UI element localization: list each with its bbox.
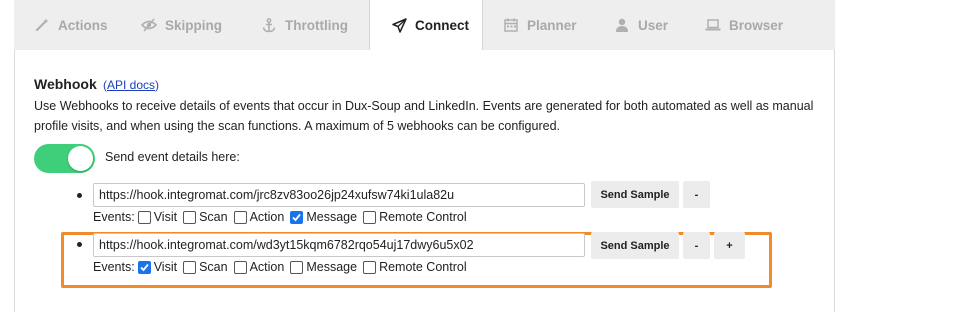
tab-connect[interactable]: Connect [369, 0, 483, 51]
tab-throttling[interactable]: Throttling [261, 0, 348, 50]
event-visit[interactable]: Visit [137, 210, 178, 224]
checkbox[interactable] [233, 260, 247, 274]
eye-slash-icon [141, 17, 157, 33]
events-label: Events: [93, 260, 135, 274]
paper-plane-icon [391, 18, 407, 34]
calendar-icon [503, 17, 519, 33]
event-label: Visit [153, 210, 178, 224]
event-label: Message [306, 210, 358, 224]
toggle-knob [68, 146, 93, 171]
check-icon [140, 263, 149, 271]
event-scan[interactable]: Scan [183, 210, 228, 224]
api-docs-link[interactable]: API docs [107, 78, 155, 92]
bullet [77, 193, 82, 198]
event-label: Remote Control [379, 260, 467, 274]
tab-user[interactable]: User [614, 0, 668, 50]
event-label: Scan [199, 260, 228, 274]
anchor-icon [261, 17, 277, 33]
event-scan[interactable]: Scan [183, 260, 228, 274]
event-action[interactable]: Action [233, 260, 285, 274]
event-message[interactable]: Message [290, 260, 357, 274]
tab-label: Planner [527, 17, 577, 33]
laptop-icon [705, 17, 721, 33]
tab-label: Connect [415, 18, 469, 33]
tab-label: Actions [58, 17, 108, 33]
api-docs-wrapper: (API docs) [103, 78, 159, 92]
tab-label: Skipping [165, 17, 222, 33]
event-label: Action [249, 260, 285, 274]
tab-label: Throttling [285, 17, 348, 33]
add-webhook-button[interactable]: + [714, 232, 745, 259]
remove-webhook-button[interactable]: - [683, 181, 710, 208]
checkbox-checked[interactable] [137, 260, 151, 274]
send-sample-button[interactable]: Send Sample [591, 232, 679, 259]
webhook-url-input[interactable] [93, 183, 585, 207]
event-label: Remote Control [379, 210, 467, 224]
event-action[interactable]: Action [233, 210, 285, 224]
tab-label: User [638, 17, 669, 33]
tab-skipping[interactable]: Skipping [141, 0, 222, 50]
tab-actions[interactable]: Actions [34, 0, 108, 50]
remove-webhook-button[interactable]: - [683, 232, 710, 259]
event-checkboxes: Events: Visit Scan Action Message Remote… [93, 260, 473, 274]
webhook-title: Webhook [34, 76, 97, 92]
tab-label: Browser [729, 17, 784, 33]
event-label: Scan [199, 210, 228, 224]
checkbox[interactable] [290, 260, 304, 274]
webhook-url-input[interactable] [93, 233, 585, 257]
checkbox[interactable] [183, 260, 197, 274]
checkbox[interactable] [183, 210, 197, 224]
api-paren-close: ) [155, 78, 160, 92]
checkbox[interactable] [137, 210, 151, 224]
events-label: Events: [93, 210, 135, 224]
checkbox[interactable] [363, 210, 377, 224]
send-events-toggle[interactable] [34, 144, 95, 173]
tab-planner[interactable]: Planner [503, 0, 577, 50]
send-sample-button[interactable]: Send Sample [591, 181, 679, 208]
event-checkboxes: Events: Visit Scan Action Message Remote… [93, 210, 473, 224]
event-label: Action [249, 210, 285, 224]
event-remote-control[interactable]: Remote Control [363, 210, 467, 224]
checkbox[interactable] [233, 210, 247, 224]
checkbox-checked[interactable] [290, 210, 304, 224]
check-icon [292, 213, 302, 221]
wand-icon [34, 17, 50, 33]
webhook-description: Use Webhooks to receive details of event… [34, 99, 814, 133]
event-remote-control[interactable]: Remote Control [363, 260, 467, 274]
event-label: Visit [153, 260, 178, 274]
toggle-label: Send event details here: [105, 150, 240, 164]
checkbox[interactable] [363, 260, 377, 274]
user-icon [614, 17, 630, 33]
event-message[interactable]: Message [290, 210, 357, 224]
event-label: Message [306, 260, 358, 274]
tab-browser[interactable]: Browser [705, 0, 783, 50]
event-visit[interactable]: Visit [137, 260, 178, 274]
bullet [77, 242, 82, 247]
